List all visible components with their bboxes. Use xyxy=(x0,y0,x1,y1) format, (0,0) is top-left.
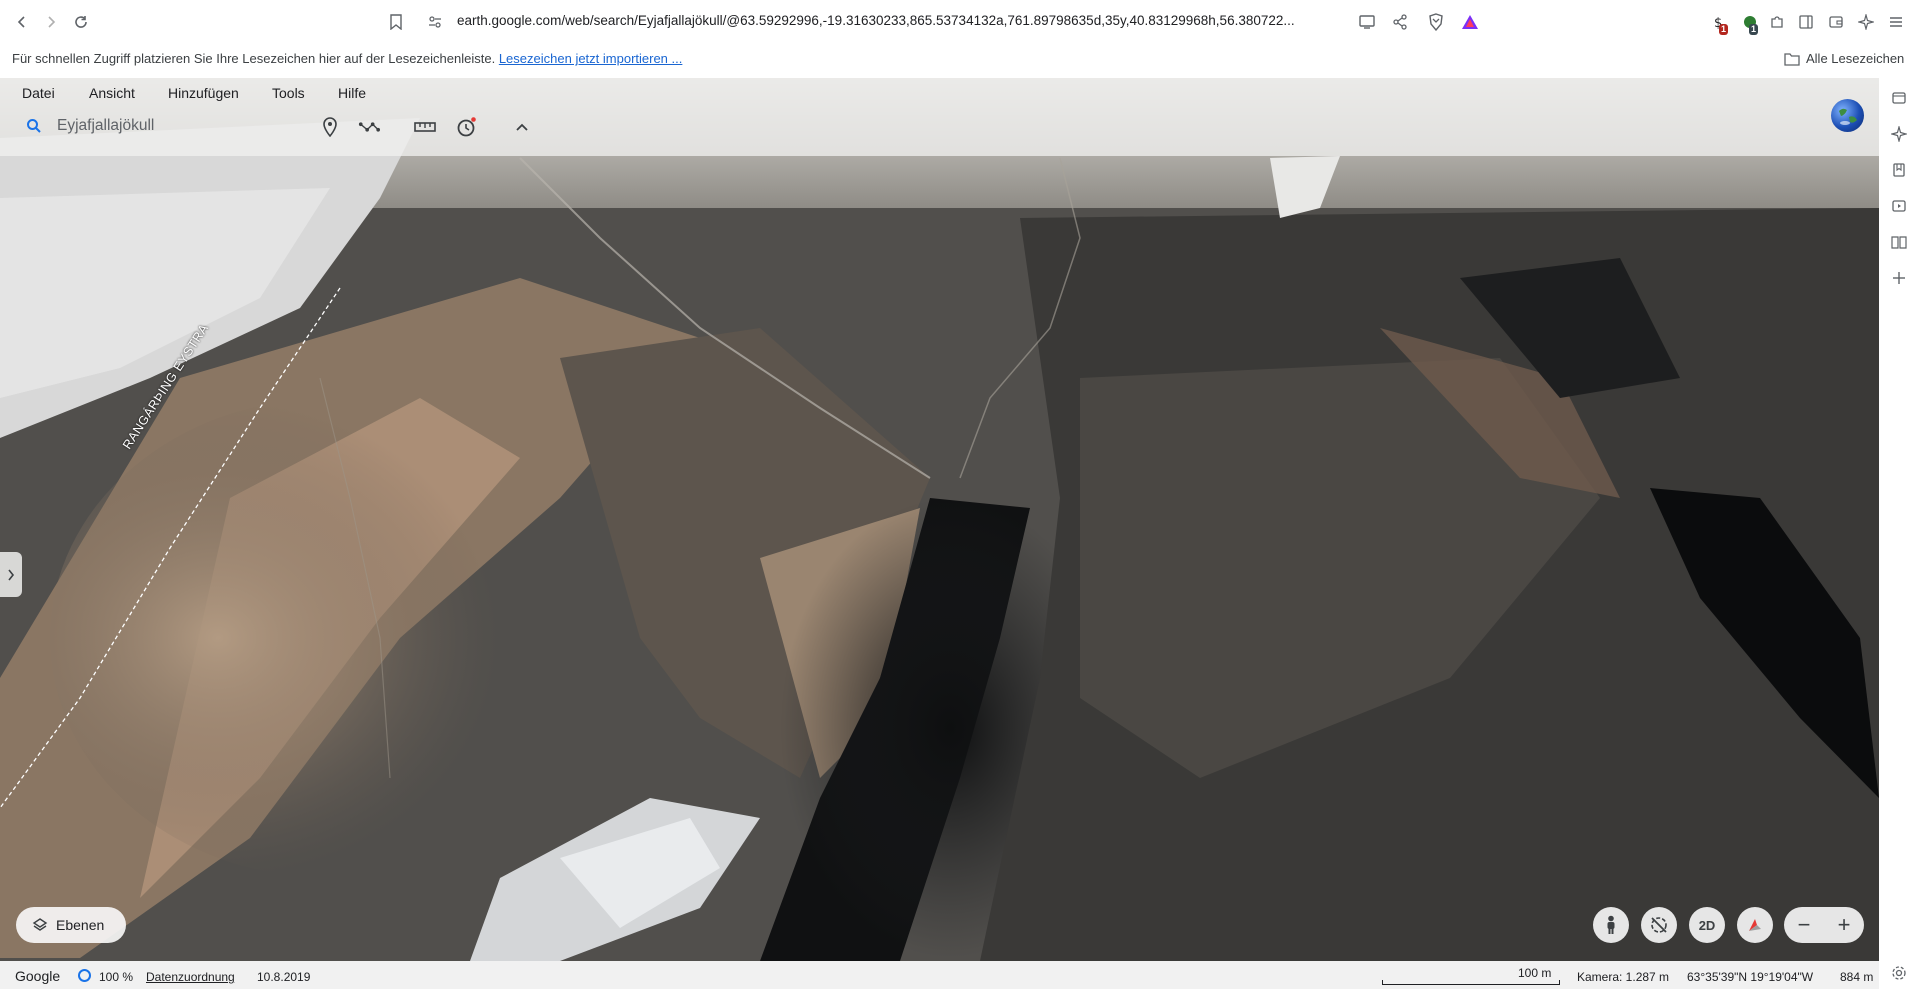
extension-badge: 1 xyxy=(1719,24,1729,35)
reading-list-sidebar-icon[interactable] xyxy=(1889,232,1909,252)
share-icon[interactable] xyxy=(1390,12,1410,32)
folder-icon xyxy=(1784,52,1800,66)
google-logo: Google xyxy=(15,968,61,984)
cast-icon[interactable] xyxy=(1357,12,1377,32)
scale-label: 100 m xyxy=(1518,966,1552,980)
address-bar[interactable]: earth.google.com/web/search/Eyjafjallajö… xyxy=(457,13,1342,28)
compass-icon xyxy=(1749,919,1761,931)
layers-label: Ebenen xyxy=(56,917,105,933)
pegman-icon xyxy=(1607,915,1615,934)
menu-hilfe[interactable]: Hilfe xyxy=(338,85,366,101)
zoom-controls: − + xyxy=(1784,907,1864,943)
back-icon[interactable] xyxy=(11,11,33,33)
elevation: 884 m xyxy=(1840,970,1874,984)
imagery-date: 10.8.2019 xyxy=(257,970,311,984)
collapse-toolbar-icon[interactable] xyxy=(511,116,533,138)
earth-map-view[interactable] xyxy=(0,78,1879,961)
extension-badge: 1 xyxy=(1749,24,1759,35)
menu-hinzufuegen[interactable]: Hinzufügen xyxy=(168,85,239,101)
menu-ansicht[interactable]: Ansicht xyxy=(89,85,135,101)
camera-altitude: Kamera: 1.287 m xyxy=(1577,970,1670,984)
path-icon[interactable] xyxy=(358,116,380,138)
expand-panel-button[interactable] xyxy=(0,552,22,597)
terrain-imagery[interactable] xyxy=(0,78,1879,961)
layers-icon xyxy=(32,918,48,931)
coordinates: 63°35'39"N 19°19'04"W xyxy=(1687,970,1814,984)
leo-ai-icon[interactable] xyxy=(1856,12,1876,32)
forward-icon[interactable] xyxy=(40,11,62,33)
import-bookmarks-link[interactable]: Lesezeichen jetzt importieren ... xyxy=(499,51,683,66)
menu-datei[interactable]: Datei xyxy=(22,85,55,101)
sidebar-icon[interactable] xyxy=(1796,12,1816,32)
sidebar-settings-icon[interactable] xyxy=(1889,963,1909,983)
zoom-in-button[interactable]: + xyxy=(1838,912,1851,938)
loading-circle-icon xyxy=(77,968,92,986)
scale-bar xyxy=(1382,980,1560,985)
search-icon[interactable] xyxy=(26,118,42,139)
bookmarks-hint-text: Für schnellen Zugriff platzieren Sie Ihr… xyxy=(12,51,496,66)
all-bookmarks-button[interactable]: Alle Lesezeichen xyxy=(1784,51,1904,66)
menu-icon[interactable] xyxy=(1886,12,1906,32)
data-attribution-link[interactable]: Datenzuordnung xyxy=(146,970,235,984)
all-bookmarks-label: Alle Lesezeichen xyxy=(1806,51,1905,66)
view-2d-button[interactable]: 2D xyxy=(1689,907,1725,943)
brave-rewards-icon[interactable] xyxy=(1460,12,1480,32)
reset-tilt-button[interactable] xyxy=(1641,907,1677,943)
add-sidebar-icon[interactable] xyxy=(1889,268,1909,288)
layers-button[interactable]: Ebenen xyxy=(16,907,126,943)
reload-icon[interactable] xyxy=(70,11,92,33)
historical-imagery-icon[interactable] xyxy=(455,116,477,138)
placemark-icon[interactable] xyxy=(319,116,341,138)
bookmark-icon[interactable] xyxy=(386,12,406,32)
brave-shield-icon[interactable] xyxy=(1426,12,1446,32)
zoom-out-button[interactable]: − xyxy=(1798,912,1811,938)
account-globe-icon[interactable] xyxy=(1831,99,1864,132)
playlist-sidebar-icon[interactable] xyxy=(1889,196,1909,216)
bookmarks-hint: Für schnellen Zugriff platzieren Sie Ihr… xyxy=(12,51,682,66)
wallet-sidebar-icon[interactable] xyxy=(1889,88,1909,108)
bookmarks-sidebar-icon[interactable] xyxy=(1889,160,1909,180)
no-tilt-icon xyxy=(1651,917,1667,933)
wallet-icon[interactable] xyxy=(1826,12,1846,32)
leo-sidebar-icon[interactable] xyxy=(1889,124,1909,144)
site-settings-icon[interactable] xyxy=(425,12,445,32)
compass-button[interactable] xyxy=(1737,907,1773,943)
chevron-right-icon xyxy=(8,569,15,580)
search-input[interactable]: Eyjafjallajökull xyxy=(57,117,154,135)
ruler-icon[interactable] xyxy=(414,116,436,138)
puzzle-icon[interactable] xyxy=(1767,12,1787,32)
pegman-button[interactable] xyxy=(1593,907,1629,943)
menu-tools[interactable]: Tools xyxy=(272,85,305,101)
loading-percent: 100 % xyxy=(99,970,134,984)
